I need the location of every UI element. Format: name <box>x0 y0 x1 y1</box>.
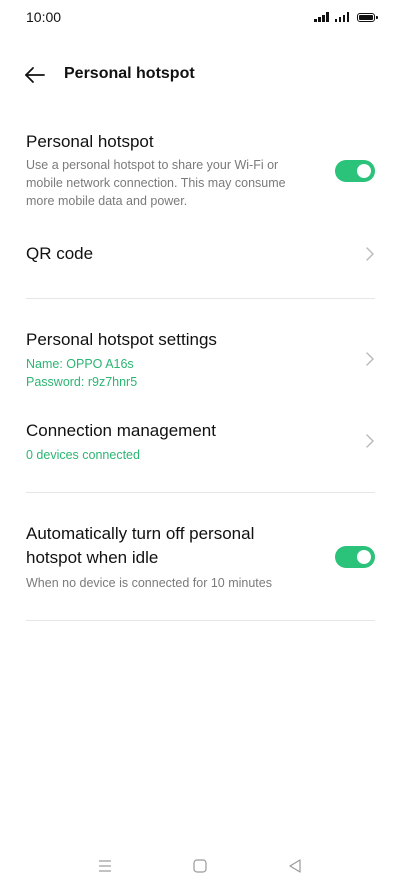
chevron-right-icon <box>366 247 374 261</box>
hotspot-password: Password: r9z7hnr5 <box>26 375 138 389</box>
status-icons <box>314 12 378 22</box>
chevron-right-icon <box>366 352 374 366</box>
toggle-knob <box>357 164 371 178</box>
qr-code-row[interactable]: QR code <box>26 242 375 270</box>
divider <box>26 620 375 621</box>
auto-off-title: Automatically turn off personal hotspot … <box>26 524 255 567</box>
connection-management-title: Connection management <box>26 421 216 440</box>
auto-off-toggle[interactable] <box>335 546 375 568</box>
divider <box>26 298 375 299</box>
system-nav-bar <box>0 852 401 882</box>
status-bar: 10:00 <box>0 0 401 36</box>
connection-management-row[interactable]: Connection management 0 devices connecte… <box>26 419 375 467</box>
hotspot-settings-title: Personal hotspot settings <box>26 330 217 349</box>
qr-code-title: QR code <box>26 244 94 263</box>
menu-icon[interactable] <box>97 858 113 874</box>
hotspot-title: Personal hotspot <box>26 132 154 151</box>
back-triangle-icon[interactable] <box>287 858 303 874</box>
hotspot-description: Use a personal hotspot to share your Wi-… <box>26 158 286 208</box>
hotspot-toggle-row[interactable]: Personal hotspot Use a personal hotspot … <box>26 130 375 214</box>
hotspot-settings-row[interactable]: Personal hotspot settings Name: OPPO A16… <box>26 328 375 392</box>
app-header: Personal hotspot <box>0 56 401 96</box>
hotspot-toggle[interactable] <box>335 160 375 182</box>
auto-off-row[interactable]: Automatically turn off personal hotspot … <box>26 522 375 594</box>
home-square-icon[interactable] <box>192 858 208 874</box>
status-time: 10:00 <box>26 9 62 25</box>
auto-off-description: When no device is connected for 10 minut… <box>26 576 272 590</box>
signal-icon-2 <box>334 12 349 22</box>
divider <box>26 492 375 493</box>
page-title: Personal hotspot <box>64 65 195 82</box>
hotspot-name: Name: OPPO A16s <box>26 357 134 371</box>
signal-icon <box>314 12 329 22</box>
battery-icon <box>357 13 378 22</box>
back-arrow-icon[interactable] <box>22 62 48 88</box>
connection-status: 0 devices connected <box>26 448 140 462</box>
toggle-knob <box>357 550 371 564</box>
chevron-right-icon <box>366 434 374 448</box>
